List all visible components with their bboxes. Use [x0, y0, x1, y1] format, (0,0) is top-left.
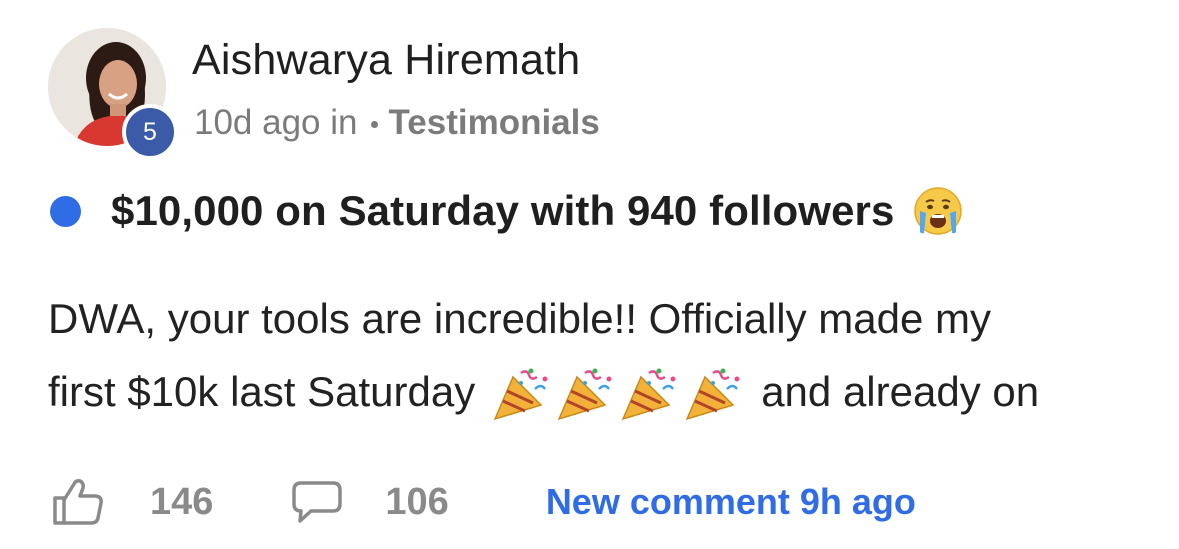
author-name[interactable]: Aishwarya Hiremath — [192, 36, 580, 85]
post-title-row[interactable]: $10,000 on Saturday with 940 followers — [50, 185, 964, 237]
post-body-text-end: and already on — [761, 368, 1040, 415]
speech-bubble-icon — [292, 481, 343, 523]
post-body-line-2: first $10k last Saturday and already on — [48, 355, 1148, 428]
crying-face-icon — [914, 187, 963, 235]
author-avatar-group[interactable]: 5 — [48, 28, 178, 160]
thumbs-up-icon — [53, 479, 103, 525]
post-footer: 146 106 New comment 9h ago — [52, 478, 916, 526]
post-body-text-start: first $10k last Saturday — [48, 368, 476, 415]
post-meta: 10d ago in Testimonials — [194, 103, 600, 143]
comment-count: 106 — [385, 480, 449, 523]
unread-dot-icon — [50, 195, 81, 227]
post-body[interactable]: DWA, your tools are incredible!! Officia… — [48, 282, 1148, 428]
post-title[interactable]: $10,000 on Saturday with 940 followers — [111, 187, 894, 235]
party-popper-emoji-group — [491, 367, 747, 421]
like-count: 146 — [150, 480, 214, 523]
post-card[interactable]: 5 Aishwarya Hiremath 10d ago in Testimon… — [0, 0, 1179, 549]
party-popper-icon — [621, 368, 676, 420]
party-popper-icon — [557, 368, 612, 420]
post-body-line-1: DWA, your tools are incredible!! Officia… — [48, 295, 991, 342]
separator-dot-icon — [371, 120, 379, 128]
post-time: 10d ago in — [194, 103, 358, 142]
category-link[interactable]: Testimonials — [388, 103, 599, 143]
party-popper-icon — [493, 368, 548, 420]
level-badge: 5 — [122, 104, 178, 160]
comment-button[interactable]: 106 — [291, 480, 449, 524]
new-comment-link[interactable]: New comment 9h ago — [546, 481, 916, 523]
like-button[interactable]: 146 — [52, 478, 213, 526]
party-popper-icon — [685, 368, 740, 420]
